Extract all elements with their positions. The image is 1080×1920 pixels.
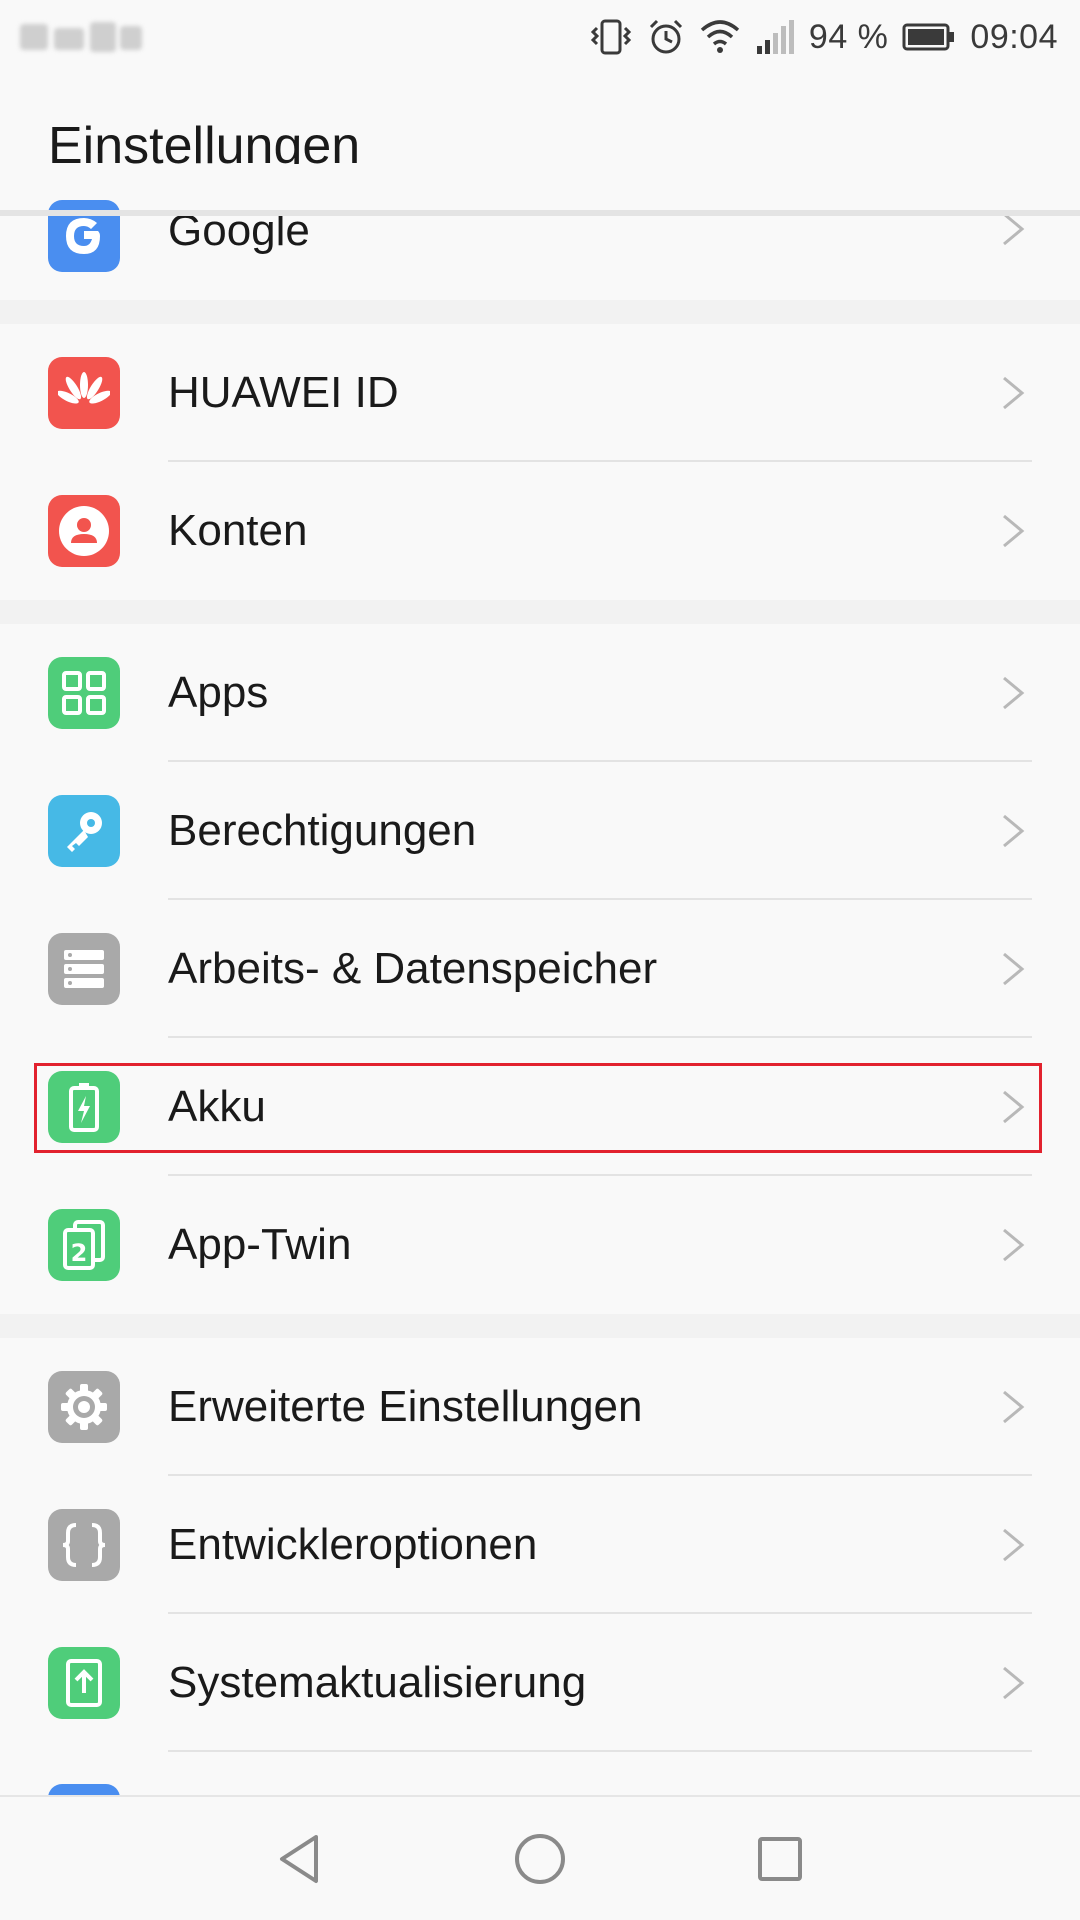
settings-item-label: Erweiterte Einstellungen: [168, 1382, 643, 1431]
chevron-right-icon: [1003, 1528, 1025, 1562]
settings-item-developer-options[interactable]: Entwickleroptionen: [0, 1476, 1080, 1614]
settings-item-label: Entwickleroptionen: [168, 1520, 538, 1569]
settings-item-google[interactable]: Google: [0, 164, 1080, 300]
header-divider: [0, 210, 1080, 216]
settings-item-konten[interactable]: Konten: [0, 462, 1080, 600]
settings-item-label: App-Twin: [168, 1220, 352, 1269]
alarm-icon: [649, 19, 682, 54]
chevron-right-icon: [1003, 1390, 1025, 1424]
chevron-right-icon: [1003, 676, 1025, 710]
settings-item-label: Konten: [168, 506, 308, 555]
settings-item-label: HUAWEI ID: [168, 368, 399, 417]
chevron-right-icon: [1003, 952, 1025, 986]
back-icon[interactable]: [268, 1827, 332, 1891]
wifi-icon: [700, 20, 740, 53]
settings-item-label: Akku: [168, 1082, 266, 1131]
settings-group-accounts: HUAWEI ID Konten: [0, 324, 1080, 600]
chevron-right-icon: [1003, 1666, 1025, 1700]
battery-charging-icon: [48, 1071, 120, 1143]
battery-icon: [902, 23, 955, 51]
settings-item-system-update[interactable]: Systemaktualisierung: [0, 1614, 1080, 1752]
settings-item-label: Apps: [168, 668, 269, 717]
settings-item-huawei-id[interactable]: HUAWEI ID: [0, 324, 1080, 462]
signal-icon: [756, 20, 794, 54]
settings-item-label: Systemaktualisierung: [168, 1658, 587, 1707]
chevron-right-icon: [1003, 1228, 1025, 1262]
settings-item-berechtigungen[interactable]: Berechtigungen: [0, 762, 1080, 900]
divider: [168, 1750, 1032, 1752]
apps-grid-icon: [48, 657, 120, 729]
storage-icon: [48, 933, 120, 1005]
clock: 09:04: [970, 17, 1058, 56]
gear-icon: [48, 1371, 120, 1443]
home-icon[interactable]: [508, 1827, 572, 1891]
settings-item-akku[interactable]: Akku: [0, 1038, 1080, 1176]
settings-item-label: Arbeits- & Datenspeicher: [168, 944, 658, 993]
settings-item-label: Berechtigungen: [168, 806, 477, 855]
app-twin-icon: 2: [48, 1209, 120, 1281]
account-icon: [48, 495, 120, 567]
chevron-right-icon: [1003, 1090, 1025, 1124]
status-bar: 94 % 09:04: [0, 0, 1080, 74]
chevron-right-icon: [1003, 814, 1025, 848]
blurred-notification-icons: [20, 18, 150, 56]
settings-item-apps[interactable]: Apps: [0, 624, 1080, 762]
svg-text:2: 2: [71, 1239, 88, 1267]
system-update-icon: [48, 1647, 120, 1719]
settings-group-system: Erweiterte Einstellungen Entwickleroptio…: [0, 1338, 1080, 1804]
navigation-bar: [0, 1795, 1080, 1920]
settings-item-storage[interactable]: Arbeits- & Datenspeicher: [0, 900, 1080, 1038]
recents-icon[interactable]: [748, 1827, 812, 1891]
settings-group-google: Google: [0, 164, 1080, 300]
chevron-right-icon: [1003, 514, 1025, 548]
settings-item-advanced[interactable]: Erweiterte Einstellungen: [0, 1338, 1080, 1476]
settings-group-device: Apps Berechtigungen Arbeits- & Datenspei…: [0, 624, 1080, 1314]
chevron-right-icon: [1003, 376, 1025, 410]
braces-icon: [48, 1509, 120, 1581]
battery-percentage: 94 %: [808, 17, 889, 56]
huawei-icon: [48, 357, 120, 429]
key-icon: [48, 795, 120, 867]
settings-item-app-twin[interactable]: 2 App-Twin: [0, 1176, 1080, 1314]
vibrate-icon: [590, 19, 632, 55]
